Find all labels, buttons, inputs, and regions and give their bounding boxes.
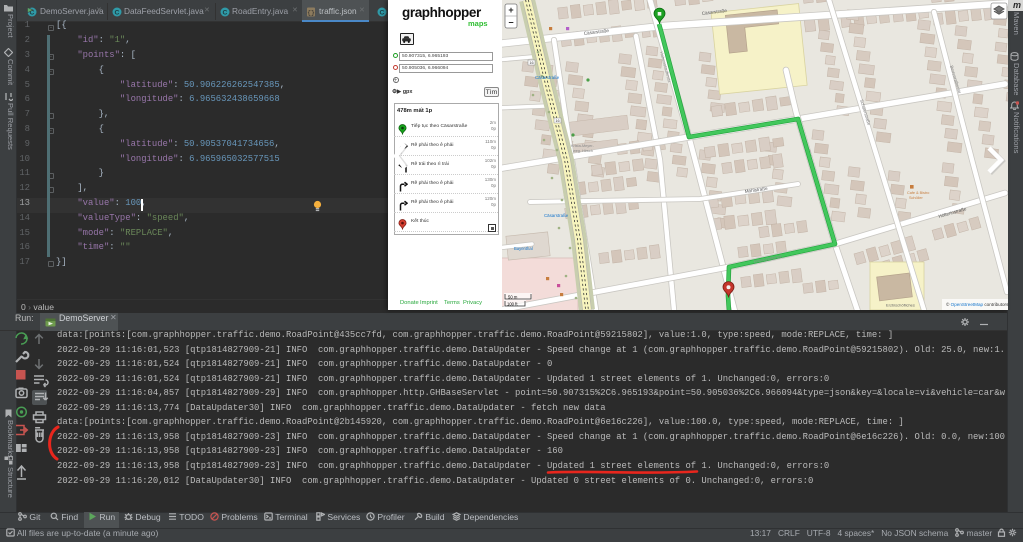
svg-text:Cäsarstraße: Cäsarstraße <box>535 75 560 80</box>
svg-text:16: 16 <box>555 119 559 123</box>
svg-text:weg. Hirsch: weg. Hirsch <box>573 149 593 153</box>
svg-text:+: + <box>508 5 513 15</box>
svg-text:C: C <box>380 10 385 17</box>
svg-text:Schöller: Schöller <box>909 196 923 200</box>
svg-text:50 m: 50 m <box>508 295 518 300</box>
svg-text:16: 16 <box>529 61 533 65</box>
svg-text:Krista-Meyer-: Krista-Meyer- <box>571 144 595 148</box>
svg-text:C: C <box>115 10 120 17</box>
svg-text:100 ft: 100 ft <box>507 302 518 307</box>
svg-text:© OpenStreetMap contributors: © OpenStreetMap contributors <box>946 301 1008 307</box>
svg-text:Cäsarstraße: Cäsarstraße <box>544 213 569 218</box>
svg-text:C: C <box>223 10 228 17</box>
svg-text:Cafe & Bistro: Cafe & Bistro <box>907 191 929 195</box>
svg-text:−: − <box>508 18 513 28</box>
svg-text:Bayenthal: Bayenthal <box>514 246 533 251</box>
svg-text:Erzbischöfliches: Erzbischöfliches <box>886 303 915 308</box>
svg-text:{}: {} <box>307 9 315 16</box>
